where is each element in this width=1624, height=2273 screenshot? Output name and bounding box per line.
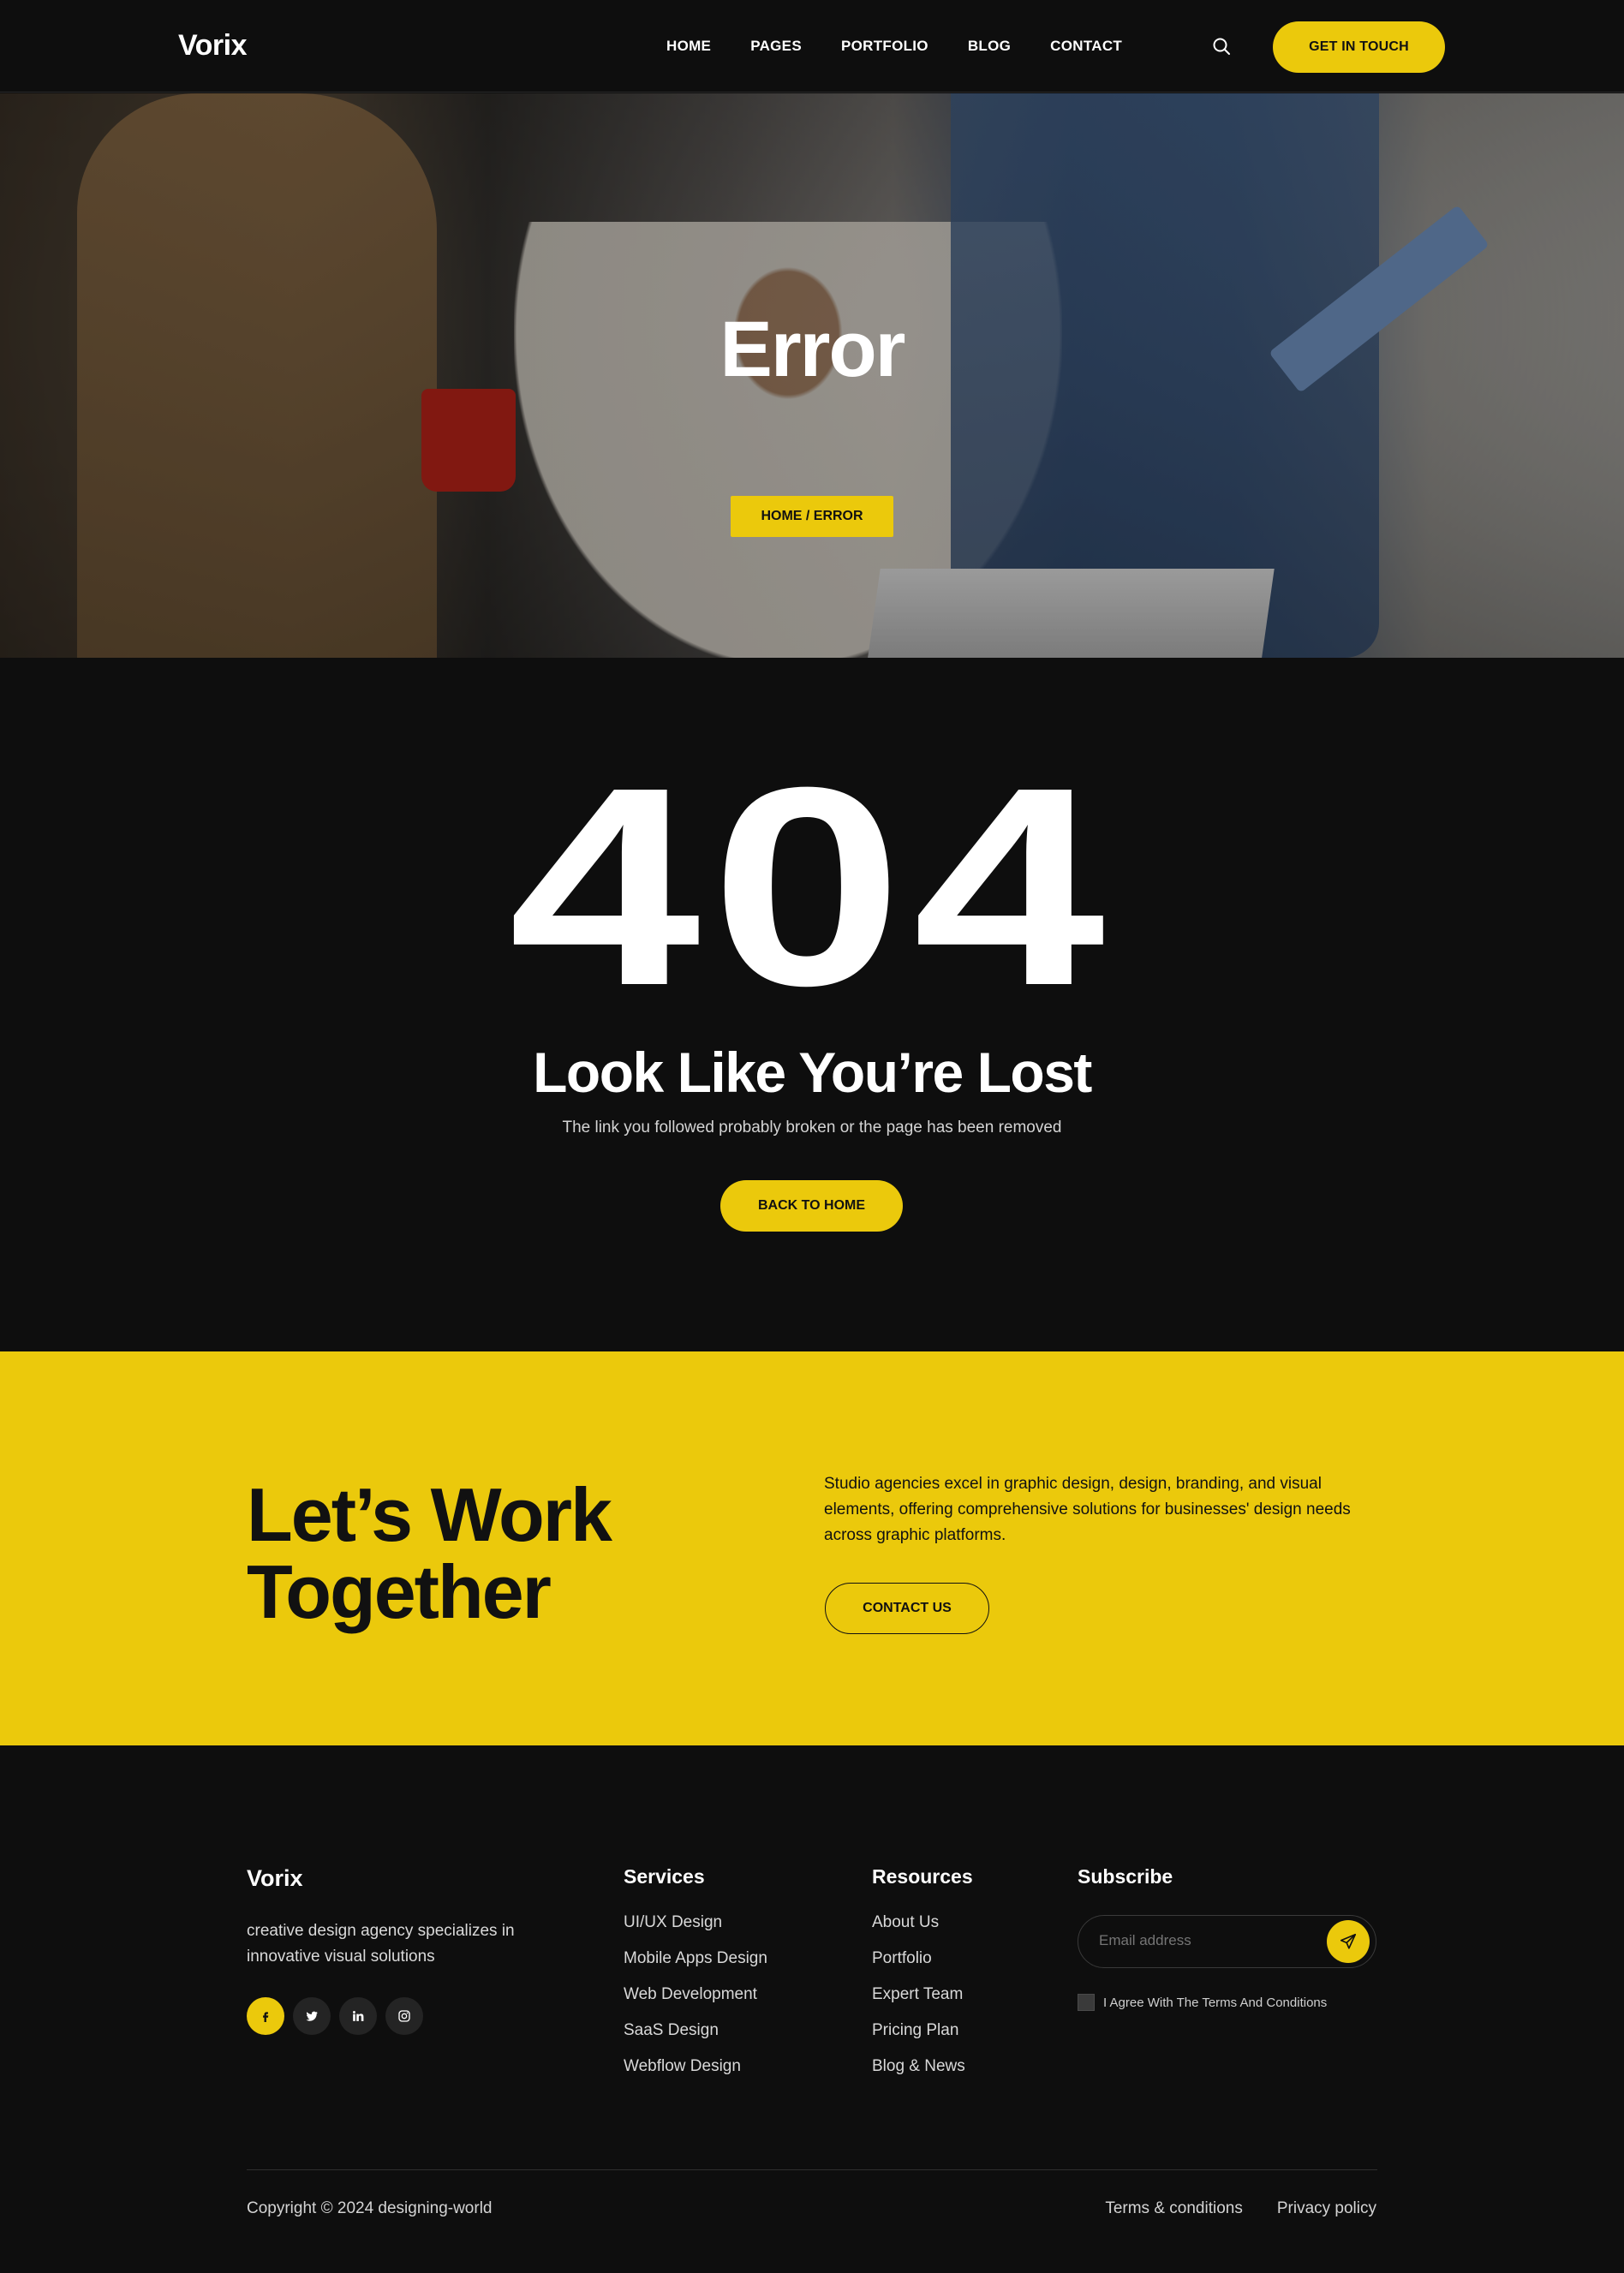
breadcrumb[interactable]: HOME / ERROR	[731, 496, 893, 537]
cta-band: Let’s Work Together Studio agencies exce…	[0, 1351, 1624, 1745]
nav-blog[interactable]: BLOG	[968, 38, 1011, 55]
resources-list: About Us Portfolio Expert Team Pricing P…	[872, 1913, 965, 2093]
terms-agreement: I Agree With The Terms And Conditions	[1078, 1994, 1327, 2011]
subscribe-form	[1078, 1915, 1376, 1968]
copyright: Copyright © 2024 designing-world	[247, 2199, 493, 2217]
services-list: UI/UX Design Mobile Apps Design Web Deve…	[624, 1913, 767, 2093]
list-item[interactable]: Mobile Apps Design	[624, 1949, 767, 1985]
main-menu: HOME PAGES PORTFOLIO BLOG CONTACT	[666, 38, 1161, 55]
list-item[interactable]: Webflow Design	[624, 2057, 767, 2093]
list-item[interactable]: About Us	[872, 1913, 965, 1949]
list-item[interactable]: Blog & News	[872, 2057, 965, 2093]
footer: Vorix creative design agency specializes…	[0, 1745, 1624, 2273]
get-in-touch-button[interactable]: GET IN TOUCH	[1273, 21, 1445, 73]
terms-link[interactable]: Terms & conditions	[1105, 2199, 1243, 2218]
list-item[interactable]: Expert Team	[872, 1985, 965, 2021]
error-subtext: The link you followed probably broken or…	[562, 1119, 1062, 1136]
resources-heading: Resources	[872, 1865, 973, 1888]
facebook-icon[interactable]	[247, 1997, 284, 2035]
email-field[interactable]	[1099, 1932, 1313, 1949]
terms-label: I Agree With The Terms And Conditions	[1103, 1995, 1328, 2010]
footer-about: creative design agency specializes in in…	[247, 1922, 515, 1966]
nav-pages[interactable]: PAGES	[750, 38, 802, 55]
back-to-home-button[interactable]: BACK TO HOME	[720, 1180, 903, 1232]
error-code: 404	[508, 728, 1116, 1044]
error-heading: Look Like You’re Lost	[533, 1041, 1092, 1104]
cta-text: Studio agencies excel in graphic design,…	[824, 1475, 1351, 1544]
logo[interactable]: Vorix	[178, 29, 248, 63]
hero-banner: Error HOME / ERROR	[0, 93, 1624, 658]
subscribe-heading: Subscribe	[1078, 1865, 1173, 1888]
contact-us-button[interactable]: CONTACT US	[825, 1583, 989, 1634]
list-item[interactable]: Portfolio	[872, 1949, 965, 1985]
list-item[interactable]: Web Development	[624, 1985, 767, 2021]
footer-logo[interactable]: Vorix	[247, 1865, 303, 1892]
nav-home[interactable]: HOME	[666, 38, 711, 55]
terms-checkbox[interactable]	[1078, 1994, 1095, 2011]
instagram-icon[interactable]	[385, 1997, 423, 2035]
services-heading: Services	[624, 1865, 705, 1888]
search-icon[interactable]	[1211, 36, 1232, 57]
legal-links: Terms & conditions Privacy policy	[1105, 2199, 1376, 2218]
list-item[interactable]: SaaS Design	[624, 2021, 767, 2057]
list-item[interactable]: Pricing Plan	[872, 2021, 965, 2057]
top-navbar: Vorix HOME PAGES PORTFOLIO BLOG CONTACT …	[0, 0, 1624, 92]
hero-title: Error	[719, 306, 906, 393]
cta-title-line-1: Let’s Work	[247, 1472, 612, 1557]
list-item[interactable]: UI/UX Design	[624, 1913, 767, 1949]
nav-portfolio[interactable]: PORTFOLIO	[841, 38, 928, 55]
cta-title-line-2: Together	[247, 1549, 552, 1634]
linkedin-icon[interactable]	[339, 1997, 377, 2035]
nav-contact[interactable]: CONTACT	[1050, 38, 1122, 55]
send-icon[interactable]	[1327, 1920, 1370, 1963]
twitter-icon[interactable]	[293, 1997, 331, 2035]
footer-divider	[247, 2169, 1377, 2170]
privacy-link[interactable]: Privacy policy	[1277, 2199, 1376, 2218]
social-links	[247, 1997, 423, 2035]
cta-title: Let’s Work Together	[247, 1477, 761, 1631]
